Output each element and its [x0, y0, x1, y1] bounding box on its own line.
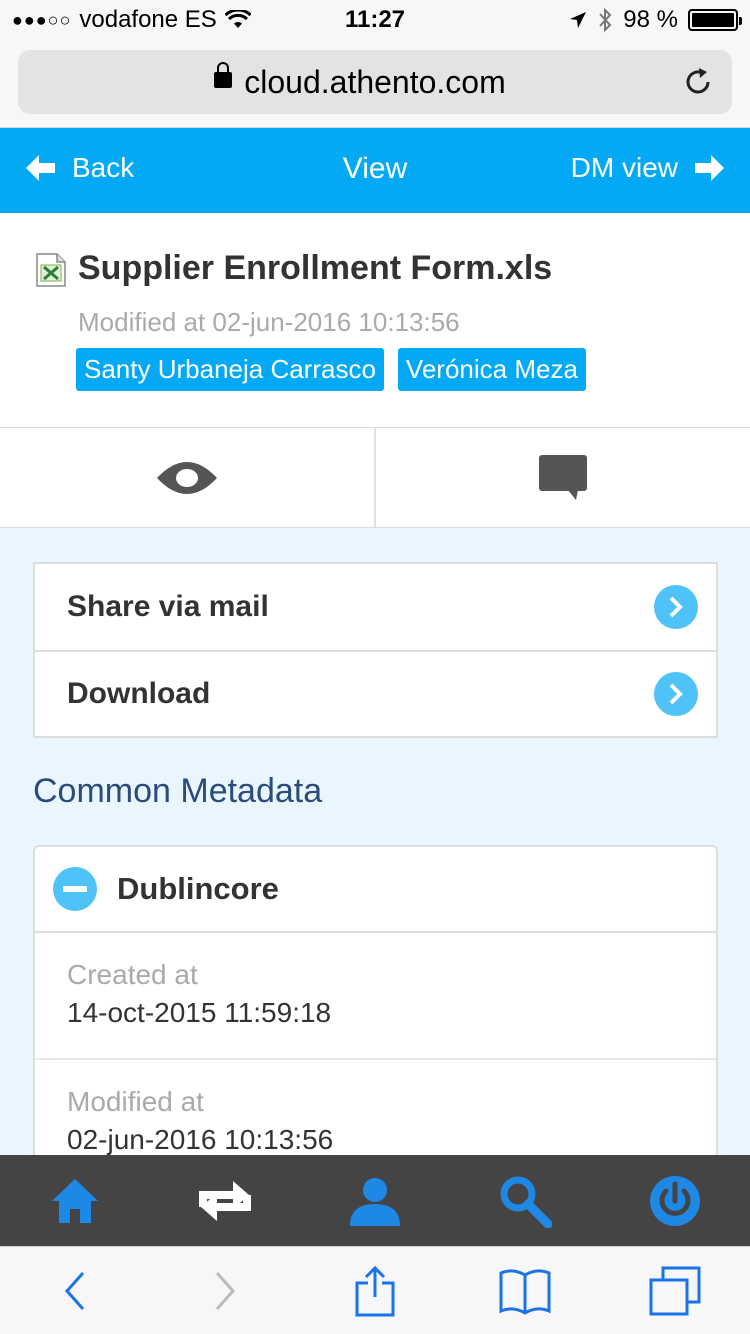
field-value: 14-oct-2015 11:59:18 [67, 997, 332, 1028]
home-icon [52, 1178, 98, 1223]
dm-view-label: DM view [570, 152, 678, 183]
nav-profile-button[interactable] [335, 1161, 415, 1241]
field-label: Modified at [67, 1086, 204, 1117]
browser-bookmarks-button[interactable] [490, 1256, 560, 1326]
spreadsheet-file-icon [36, 253, 66, 287]
download-button[interactable]: Download [35, 650, 716, 736]
field-value: 02-jun-2016 10:13:56 [67, 1124, 334, 1155]
chevron-right-icon [654, 672, 698, 716]
bluetooth-icon [599, 7, 612, 33]
nav-logout-button[interactable] [635, 1161, 715, 1241]
action-list: Share via mail Download [33, 562, 718, 738]
browser-toolbar [0, 1246, 750, 1334]
forward-icon [215, 1271, 236, 1310]
browser-share-button[interactable] [340, 1256, 410, 1326]
nav-transfer-button[interactable] [185, 1161, 265, 1241]
app-bottom-nav [0, 1155, 750, 1246]
tag-user[interactable]: Santy Urbaneja Carrasco [76, 348, 384, 391]
tab-preview[interactable] [0, 428, 374, 527]
share-via-mail-label: Share via mail [67, 590, 269, 623]
battery-percent: 98 % [623, 6, 678, 33]
url-text: cloud.athento.com [244, 64, 506, 100]
app-header: Back View DM view [0, 128, 750, 213]
metadata-card: Dublincore Created at 14-oct-2015 11:59:… [33, 845, 718, 1155]
transfer-icon [199, 1180, 251, 1221]
section-title: Common Metadata [33, 772, 323, 810]
field-label: Created at [67, 959, 198, 990]
arrow-right-icon [695, 155, 724, 181]
dm-view-button[interactable]: DM view [571, 152, 724, 184]
share-icon [355, 1265, 395, 1316]
metadata-group-title: Dublincore [117, 871, 279, 906]
reload-icon[interactable] [680, 64, 716, 100]
tag-user[interactable]: Verónica Meza [397, 348, 586, 391]
address-bar[interactable]: cloud.athento.com [18, 50, 732, 114]
location-arrow-icon [570, 12, 587, 28]
nav-search-button[interactable] [485, 1161, 565, 1241]
dublincore-toggle[interactable]: Dublincore [35, 847, 716, 933]
collapse-icon[interactable] [53, 867, 97, 911]
status-bar: ●●●○○ vodafone ES 11:27 98 % [0, 0, 750, 40]
document-tags: Santy Urbaneja Carrasco Verónica Meza [76, 348, 586, 391]
chevron-right-icon [654, 585, 698, 629]
back-icon [64, 1271, 85, 1310]
eye-icon [157, 461, 217, 494]
browser-address-area: cloud.athento.com [0, 40, 750, 128]
metadata-field: Modified at 02-jun-2016 10:13:56 [35, 1060, 716, 1155]
metadata-field: Created at 14-oct-2015 11:59:18 [35, 933, 716, 1060]
browser-back-button[interactable] [40, 1256, 110, 1326]
comment-icon [539, 454, 587, 500]
battery-icon [688, 9, 742, 31]
content-area: Share via mail Download Common Metadata … [0, 528, 750, 1155]
download-label: Download [67, 677, 211, 710]
user-icon [350, 1177, 400, 1226]
bookmarks-icon [499, 1268, 551, 1315]
nav-home-button[interactable] [35, 1161, 115, 1241]
document-action-tabs [0, 428, 750, 528]
power-icon [650, 1175, 700, 1226]
tab-comments[interactable] [374, 428, 750, 527]
document-header: Supplier Enrollment Form.xls Modified at… [0, 213, 750, 428]
tabs-icon [649, 1266, 701, 1315]
browser-forward-button[interactable] [190, 1256, 260, 1326]
search-icon [500, 1176, 552, 1228]
browser-tabs-button[interactable] [640, 1256, 710, 1326]
document-modified: Modified at 02-jun-2016 10:13:56 [78, 307, 460, 337]
document-title: Supplier Enrollment Form.xls [78, 249, 553, 287]
share-via-mail-button[interactable]: Share via mail [35, 564, 716, 650]
